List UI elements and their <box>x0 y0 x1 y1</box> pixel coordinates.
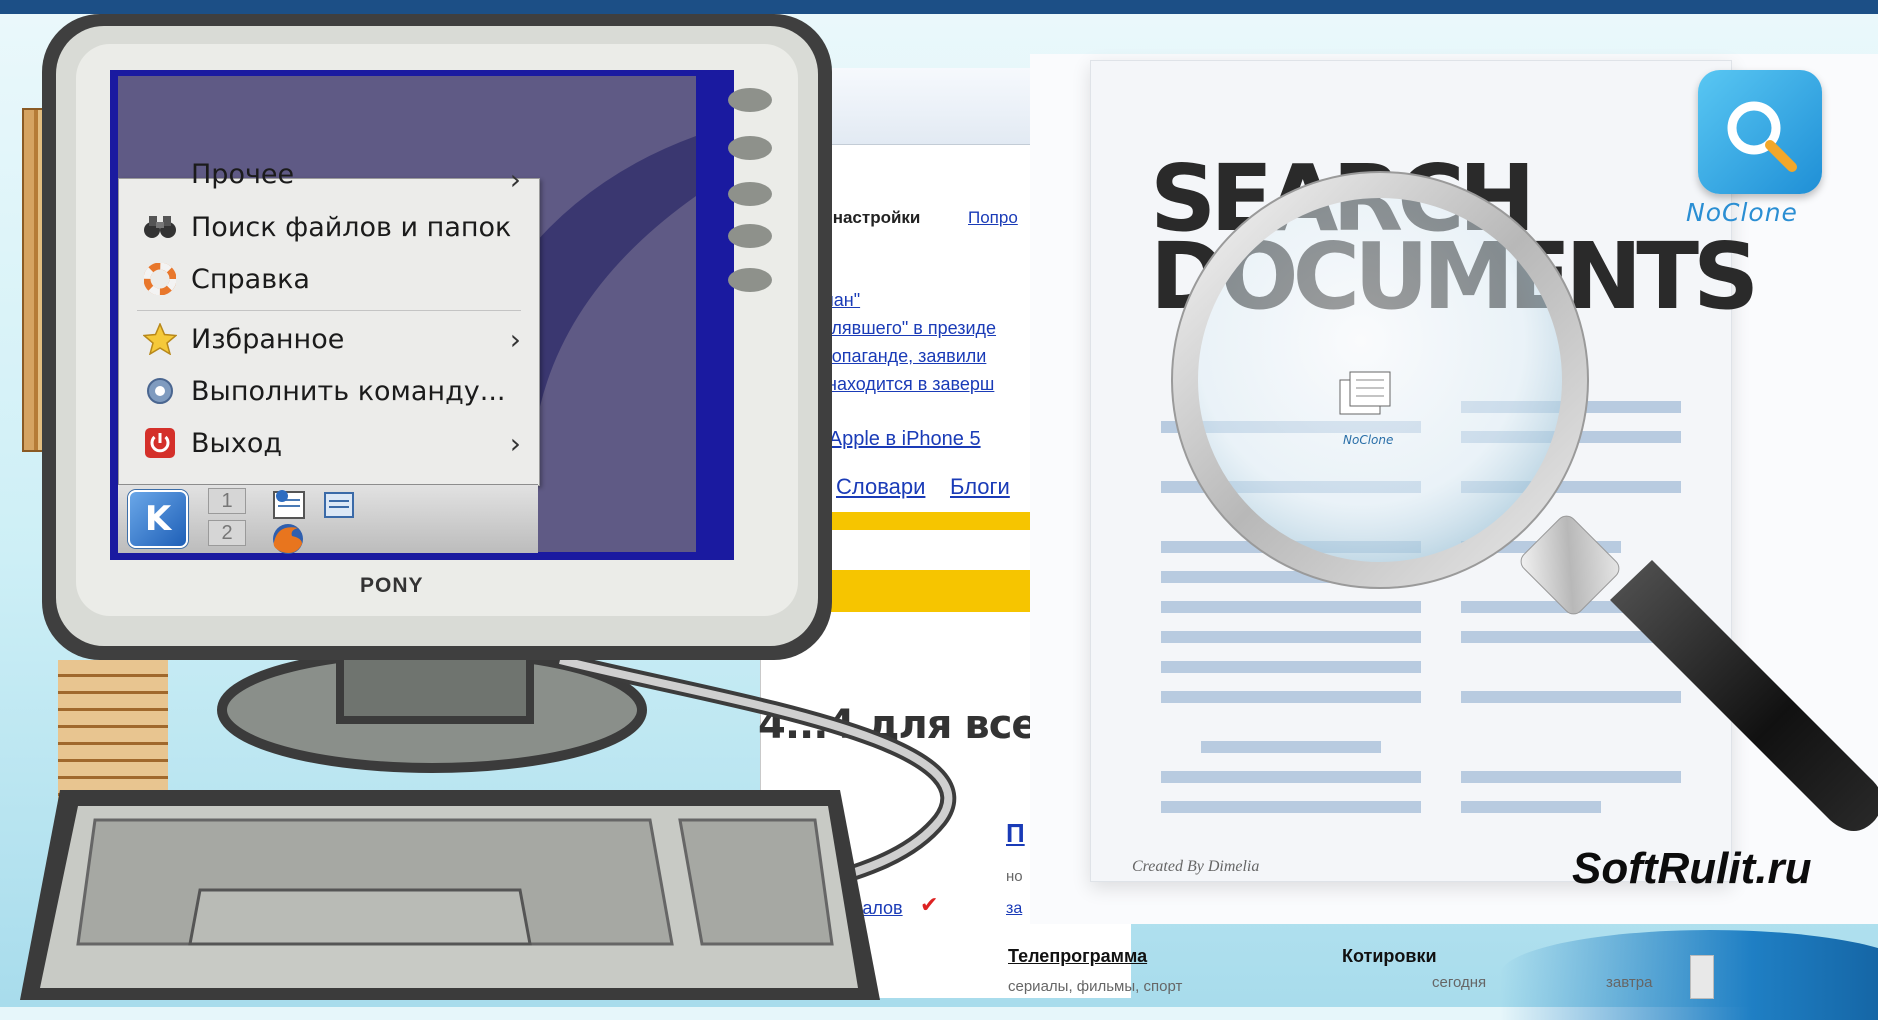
partial-link-p[interactable]: П <box>1006 818 1025 849</box>
file-manager-icon[interactable] <box>322 490 358 527</box>
binoculars-icon <box>141 208 179 246</box>
menu-item-label: Выполнить команду... <box>191 375 506 407</box>
chevron-right-icon: › <box>509 163 521 191</box>
quotes-tomorrow[interactable]: завтра <box>1606 974 1652 991</box>
desktop-switch-1[interactable]: 1 <box>208 488 246 514</box>
menu-separator <box>137 310 521 311</box>
lens-noclone-label: NoClone <box>1343 433 1394 447</box>
noclone-logo <box>1698 70 1822 194</box>
noclone-logo-text: NoClone <box>1686 198 1798 227</box>
kde-start-menu: Прочее › Поиск файлов и папок Справка Из… <box>118 159 540 486</box>
chevron-right-icon: › <box>509 427 521 460</box>
menu-item-help[interactable]: Справка <box>119 257 539 301</box>
tv-program-link[interactable]: Телепрограмма <box>1008 946 1147 967</box>
menu-item-label: Выход <box>191 427 283 459</box>
magnifier-icon <box>1727 101 1797 172</box>
magnifier-icon <box>1171 171 1878 831</box>
monitor-brand: PONY <box>360 574 424 597</box>
tv-program-sub: сериалы, фильмы, спорт <box>1008 978 1183 995</box>
menu-item-label: Справка <box>191 263 310 295</box>
quotes-title: Котировки <box>1342 946 1437 966</box>
partial-link-za[interactable]: за <box>1006 900 1022 918</box>
browser-scrollbar[interactable] <box>1690 955 1714 999</box>
partial-text: но <box>1006 868 1023 885</box>
star-icon <box>141 320 179 358</box>
menu-item-run-command[interactable]: Выполнить команду... <box>119 369 539 413</box>
menu-item-label: Избранное <box>191 323 345 355</box>
menu-item-find-files[interactable]: Поиск файлов и папок <box>119 205 539 249</box>
menu-item-label: Прочее <box>191 158 295 190</box>
created-by-text: Created By Dimelia <box>1132 858 1260 875</box>
gear-icon <box>141 372 179 410</box>
kde-start-button[interactable]: K <box>128 490 188 548</box>
firefox-icon[interactable] <box>268 522 308 561</box>
menu-item-other[interactable]: Прочее › <box>119 157 539 192</box>
menu-item-favorites[interactable]: Избранное › <box>119 317 539 361</box>
quotes-today[interactable]: сегодня <box>1432 974 1486 991</box>
menu-item-logout[interactable]: Выход › <box>119 421 539 465</box>
watermark-text: SoftRulit.ru <box>1572 844 1812 893</box>
chevron-right-icon: › <box>509 323 521 356</box>
desktop-switch-2[interactable]: 2 <box>208 520 246 546</box>
menu-item-label: Поиск файлов и папок <box>191 211 512 243</box>
power-icon <box>141 424 179 462</box>
lifebuoy-icon <box>141 260 179 298</box>
